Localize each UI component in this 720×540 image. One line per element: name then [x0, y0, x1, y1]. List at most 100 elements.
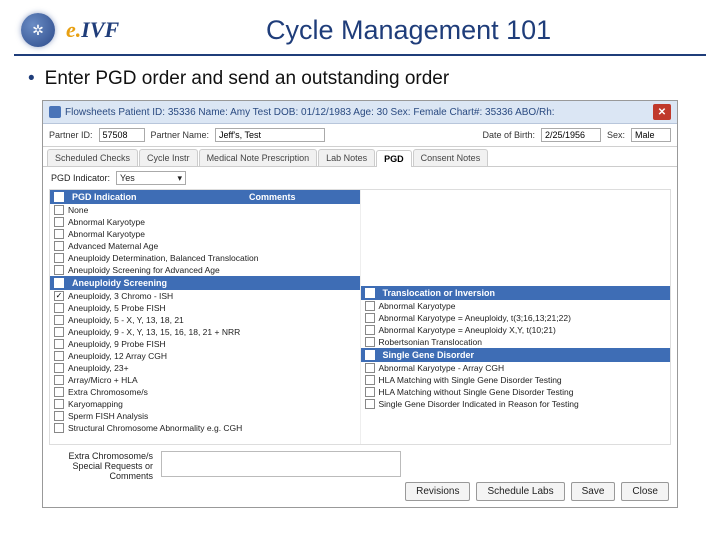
item-checkbox[interactable]: [54, 229, 64, 239]
item-checkbox[interactable]: [365, 399, 375, 409]
item-label: Single Gene Disorder Indicated in Reason…: [379, 399, 579, 409]
item-label: Abnormal Karyotype = Aneuploidy X,Y, t(1…: [379, 325, 556, 335]
save-button[interactable]: Save: [571, 482, 616, 501]
item-checkbox[interactable]: [54, 205, 64, 215]
item-label: Robertsonian Translocation: [379, 337, 482, 347]
item-label: None: [68, 205, 88, 215]
pgd-content: PGD IndicationCommentsNoneAbnormal Karyo…: [49, 189, 671, 445]
list-item: Aneuploidy Determination, Balanced Trans…: [50, 252, 360, 264]
partner-name-field[interactable]: [215, 128, 325, 142]
close-icon[interactable]: ✕: [653, 104, 671, 120]
partner-id-field[interactable]: [99, 128, 145, 142]
item-checkbox[interactable]: [365, 387, 375, 397]
tab-scheduled-checks[interactable]: Scheduled Checks: [47, 149, 138, 166]
slide-title: Cycle Management 101: [119, 15, 708, 46]
list-item: Single Gene Disorder Indicated in Reason…: [361, 398, 671, 410]
item-checkbox[interactable]: [54, 303, 64, 313]
extra-chromo-label: Extra Chromosome/s: [53, 451, 153, 461]
item-checkbox[interactable]: [365, 313, 375, 323]
tab-lab-notes[interactable]: Lab Notes: [318, 149, 375, 166]
group-checkbox[interactable]: [54, 278, 64, 288]
list-item: Structural Chromosome Abnormality e.g. C…: [50, 422, 360, 434]
item-label: Extra Chromosome/s: [68, 387, 148, 397]
pgd-indicator-dropdown[interactable]: Yes ▾: [116, 171, 186, 185]
item-checkbox[interactable]: [54, 423, 64, 433]
schedule-labs-button[interactable]: Schedule Labs: [476, 482, 564, 501]
extras-area: Extra Chromosome/s Special Requests or C…: [43, 445, 677, 487]
list-item: Aneuploidy, 9 - X, Y, 13, 15, 16, 18, 21…: [50, 326, 360, 338]
item-checkbox[interactable]: [365, 325, 375, 335]
item-label: Aneuploidy Determination, Balanced Trans…: [68, 253, 258, 263]
item-label: Abnormal Karyotype - Array CGH: [379, 363, 505, 373]
list-item: Robertsonian Translocation: [361, 336, 671, 348]
list-item: Abnormal Karyotype: [50, 216, 360, 228]
partner-sex-field[interactable]: [631, 128, 671, 142]
item-checkbox[interactable]: [365, 337, 375, 347]
item-label: Aneuploidy, 3 Chromo - ISH: [68, 291, 173, 301]
app-window: Flowsheets Patient ID: 35336 Name: Amy T…: [42, 100, 678, 508]
item-checkbox[interactable]: [54, 351, 64, 361]
bullet-dot: •: [28, 68, 35, 89]
partner-name-label: Partner Name:: [151, 130, 210, 140]
partner-id-label: Partner ID:: [49, 130, 93, 140]
list-item: Array/Micro + HLA: [50, 374, 360, 386]
tab-medical-note-prescription[interactable]: Medical Note Prescription: [199, 149, 318, 166]
list-item: Karyomapping: [50, 398, 360, 410]
item-checkbox[interactable]: [54, 339, 64, 349]
item-label: Aneuploidy, 5 Probe FISH: [68, 303, 166, 313]
pgd-indicator-label: PGD Indicator:: [51, 173, 110, 183]
list-item: Extra Chromosome/s: [50, 386, 360, 398]
list-item: None: [50, 204, 360, 216]
tab-pgd[interactable]: PGD: [376, 150, 412, 167]
partner-dob-label: Date of Birth:: [482, 130, 535, 140]
tab-consent-notes[interactable]: Consent Notes: [413, 149, 489, 166]
list-item: Aneuploidy, 5 - X, Y, 13, 18, 21: [50, 314, 360, 326]
item-checkbox[interactable]: [54, 399, 64, 409]
item-checkbox[interactable]: [54, 253, 64, 263]
atom-icon: ✲: [21, 13, 55, 47]
list-item: HLA Matching without Single Gene Disorde…: [361, 386, 671, 398]
item-checkbox[interactable]: [54, 327, 64, 337]
item-label: Advanced Maternal Age: [68, 241, 158, 251]
item-checkbox[interactable]: [365, 301, 375, 311]
revisions-button[interactable]: Revisions: [405, 482, 470, 501]
partner-dob-field[interactable]: [541, 128, 601, 142]
special-requests-label: Special Requests or Comments: [53, 461, 153, 481]
close-button[interactable]: Close: [621, 482, 669, 501]
item-checkbox[interactable]: [54, 363, 64, 373]
group-checkbox[interactable]: [365, 288, 375, 298]
item-checkbox[interactable]: [54, 375, 64, 385]
extras-textarea[interactable]: [161, 451, 401, 477]
group-checkbox[interactable]: [54, 192, 64, 202]
tab-strip: Scheduled ChecksCycle InstrMedical Note …: [43, 147, 677, 167]
item-label: Aneuploidy, 5 - X, Y, 13, 18, 21: [68, 315, 184, 325]
item-label: Array/Micro + HLA: [68, 375, 138, 385]
bullet-line: • Enter PGD order and send an outstanding…: [0, 56, 720, 96]
tab-cycle-instr[interactable]: Cycle Instr: [139, 149, 198, 166]
list-item: Abnormal Karyotype - Array CGH: [361, 362, 671, 374]
item-checkbox[interactable]: [365, 375, 375, 385]
list-item: HLA Matching with Single Gene Disorder T…: [361, 374, 671, 386]
item-checkbox[interactable]: [54, 217, 64, 227]
item-checkbox[interactable]: [54, 387, 64, 397]
titlebar: Flowsheets Patient ID: 35336 Name: Amy T…: [43, 101, 677, 124]
partner-sex-label: Sex:: [607, 130, 625, 140]
list-item: Aneuploidy, 5 Probe FISH: [50, 302, 360, 314]
item-label: Aneuploidy, 12 Array CGH: [68, 351, 167, 361]
item-checkbox[interactable]: [54, 315, 64, 325]
footer-buttons: Revisions Schedule Labs Save Close: [405, 482, 669, 501]
item-checkbox[interactable]: [54, 241, 64, 251]
item-checkbox[interactable]: [365, 363, 375, 373]
group-checkbox[interactable]: [365, 350, 375, 360]
item-checkbox[interactable]: [54, 411, 64, 421]
bullet-text: Enter PGD order and send an outstanding …: [45, 68, 450, 89]
item-label: Aneuploidy, 9 - X, Y, 13, 15, 16, 18, 21…: [68, 327, 240, 337]
list-item: Aneuploidy, 3 Chromo - ISH: [50, 290, 360, 302]
comments-header: Comments: [249, 192, 296, 202]
item-checkbox[interactable]: [54, 291, 64, 301]
item-checkbox[interactable]: [54, 265, 64, 275]
logo: ✲: [12, 8, 64, 52]
list-item: Abnormal Karyotype: [50, 228, 360, 240]
list-item: Sperm FISH Analysis: [50, 410, 360, 422]
item-label: HLA Matching with Single Gene Disorder T…: [379, 375, 562, 385]
